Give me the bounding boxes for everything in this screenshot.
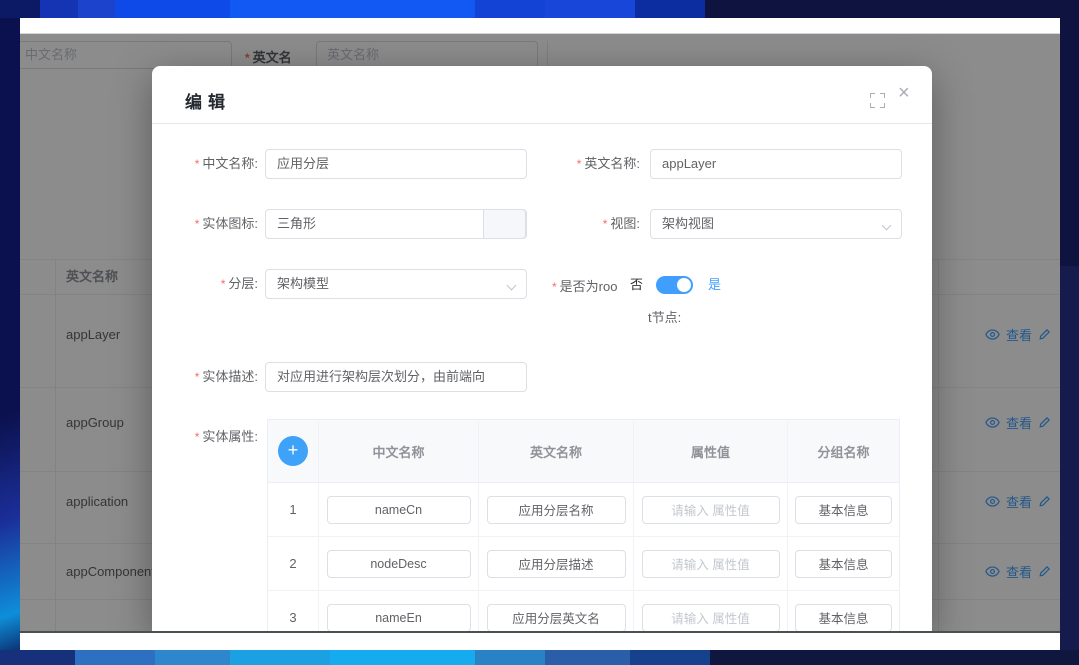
add-attribute-button[interactable]: + xyxy=(278,436,308,466)
edit-dialog: 编辑 × *中文名称: 应用分层 *英文名称: appLayer *实体图标: … xyxy=(152,66,932,633)
close-icon[interactable]: × xyxy=(898,83,910,103)
toggle-on-label: 是 xyxy=(708,276,721,294)
browser-window: 中文名称 *英文名 英文名称 英文名称 appLayer appGroup ap… xyxy=(20,18,1060,650)
name-en-label: *英文名称: xyxy=(552,149,640,179)
frame-right-band xyxy=(1060,0,1079,665)
entity-attrs-label-text: 实体属性: xyxy=(202,429,258,444)
header-attr-value: 属性值 xyxy=(634,420,788,482)
frame-bottom-band xyxy=(0,650,1079,665)
name-cn-label: *中文名称: xyxy=(152,149,258,179)
required-marker: * xyxy=(552,280,557,294)
layer-label: *分层: xyxy=(152,269,258,299)
entity-desc-label-text: 实体描述: xyxy=(202,369,258,384)
required-marker: * xyxy=(603,217,608,231)
frame-top-band xyxy=(0,0,1079,18)
page-content: 中文名称 *英文名 英文名称 英文名称 appLayer appGroup ap… xyxy=(20,33,1060,633)
attr-name-en-input[interactable]: 应用分层名称 xyxy=(487,496,626,524)
entity-attrs-label: *实体属性: xyxy=(152,422,258,452)
name-cn-input[interactable]: 应用分层 xyxy=(265,149,527,179)
entity-desc-input[interactable]: 对应用进行架构层次划分，由前端向 xyxy=(265,362,527,392)
row-index: 1 xyxy=(268,483,319,536)
name-en-label-text: 英文名称: xyxy=(584,156,640,171)
is-root-label-line1: 是否为roo xyxy=(560,279,618,294)
required-marker: * xyxy=(195,157,200,171)
attr-name-en-input[interactable]: 应用分层描述 xyxy=(487,550,626,578)
row-index: 3 xyxy=(268,591,319,633)
header-name-en: 英文名称 xyxy=(479,420,634,482)
layer-select-value: 架构模型 xyxy=(277,276,329,291)
attr-group-input[interactable]: 基本信息 xyxy=(795,550,892,578)
attribute-row: 1 nameCn 应用分层名称 请输入 属性值 基本信息 xyxy=(268,483,899,537)
attribute-row: 3 nameEn 应用分层英文名 请输入 属性值 基本信息 xyxy=(268,591,899,633)
header-name-cn: 中文名称 xyxy=(319,420,479,482)
layer-select[interactable]: 架构模型 xyxy=(265,269,527,299)
header-group-name: 分组名称 xyxy=(788,420,899,482)
entity-icon-label: *实体图标: xyxy=(152,209,258,239)
header-divider xyxy=(152,123,932,124)
attribute-table-header: + 中文名称 英文名称 属性值 分组名称 xyxy=(268,420,899,483)
view-label-text: 视图: xyxy=(610,216,640,231)
attr-value-input[interactable]: 请输入 属性值 xyxy=(642,550,780,578)
entity-icon-value: 三角形 xyxy=(277,216,316,231)
attr-value-input[interactable]: 请输入 属性值 xyxy=(642,496,780,524)
required-marker: * xyxy=(221,277,226,291)
attr-name-cn-input[interactable]: nameEn xyxy=(327,604,471,632)
name-cn-label-text: 中文名称: xyxy=(202,156,258,171)
chevron-down-icon xyxy=(882,221,892,231)
required-marker: * xyxy=(195,217,200,231)
chevron-down-icon xyxy=(507,281,517,291)
entity-icon-input[interactable]: 三角形 xyxy=(265,209,527,239)
required-marker: * xyxy=(195,370,200,384)
attr-name-cn-input[interactable]: nameCn xyxy=(327,496,471,524)
is-root-label: *是否为roo xyxy=(552,276,617,295)
toggle-knob xyxy=(677,278,691,292)
view-label: *视图: xyxy=(552,209,640,239)
icon-picker-button[interactable] xyxy=(483,209,526,239)
layer-label-text: 分层: xyxy=(228,276,258,291)
is-root-label-line2: t节点: xyxy=(648,307,681,326)
view-select[interactable]: 架构视图 xyxy=(650,209,902,239)
row-index: 2 xyxy=(268,537,319,590)
attr-group-input[interactable]: 基本信息 xyxy=(795,496,892,524)
required-marker: * xyxy=(577,157,582,171)
name-en-input[interactable]: appLayer xyxy=(650,149,902,179)
entity-icon-label-text: 实体图标: xyxy=(202,216,258,231)
root-toggle[interactable] xyxy=(656,276,693,294)
attr-value-input[interactable]: 请输入 属性值 xyxy=(642,604,780,632)
attribute-row: 2 nodeDesc 应用分层描述 请输入 属性值 基本信息 xyxy=(268,537,899,591)
toggle-off-label: 否 xyxy=(630,276,643,294)
attr-name-en-input[interactable]: 应用分层英文名 xyxy=(487,604,626,632)
attr-group-input[interactable]: 基本信息 xyxy=(795,604,892,632)
required-marker: * xyxy=(195,430,200,444)
attr-name-cn-input[interactable]: nodeDesc xyxy=(327,550,471,578)
fullscreen-icon[interactable] xyxy=(870,93,885,108)
dialog-title: 编辑 xyxy=(185,88,231,113)
view-select-value: 架构视图 xyxy=(662,216,714,231)
entity-desc-label: *实体描述: xyxy=(152,362,258,392)
attribute-table: + 中文名称 英文名称 属性值 分组名称 1 nameCn 应用分层名称 请输入… xyxy=(267,419,900,633)
frame-left-band xyxy=(0,0,20,665)
